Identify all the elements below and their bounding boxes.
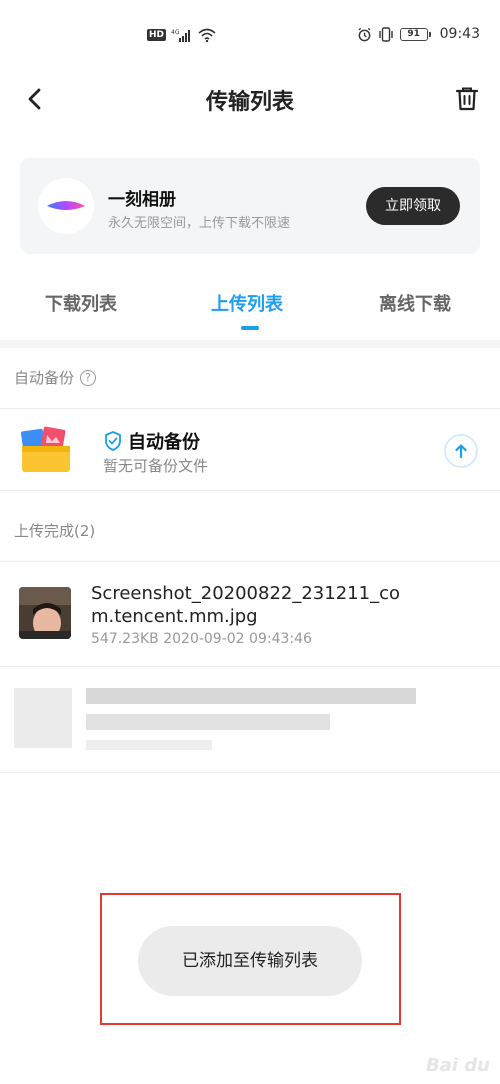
upload-done-label: 上传完成(2) bbox=[14, 522, 96, 540]
redacted-text-line bbox=[86, 714, 330, 730]
upload-button[interactable] bbox=[444, 434, 478, 468]
alarm-icon bbox=[358, 27, 371, 41]
divider bbox=[0, 408, 500, 409]
photo-folder-icon bbox=[20, 426, 70, 472]
upload-done-section-label: 上传完成(2) bbox=[14, 520, 95, 541]
vibrate-icon bbox=[378, 26, 393, 42]
status-right: 91 09:43 bbox=[357, 26, 480, 42]
yike-logo-icon bbox=[47, 201, 85, 210]
trash-icon bbox=[455, 87, 479, 111]
signal-icon: 4G bbox=[171, 29, 191, 42]
header: 传输列表 bbox=[0, 72, 500, 124]
shield-check-icon bbox=[105, 431, 121, 451]
photo-thumbnail-icon bbox=[19, 587, 71, 639]
arrow-up-icon bbox=[455, 444, 467, 459]
tab-bar: 下载列表 上传列表 离线下载 bbox=[0, 282, 500, 340]
page-title: 传输列表 bbox=[205, 90, 294, 115]
divider bbox=[0, 772, 500, 773]
trash-button[interactable] bbox=[450, 82, 484, 116]
section-separator bbox=[0, 340, 500, 348]
tab-offline-download[interactable]: 离线下载 bbox=[379, 290, 451, 316]
file-thumbnail bbox=[19, 587, 71, 639]
battery-indicator: 91 bbox=[399, 27, 431, 41]
tab-download-list[interactable]: 下载列表 bbox=[45, 290, 117, 316]
promo-banner[interactable]: 一刻相册 永久无限空间，上传下载不限速 立即领取 bbox=[20, 158, 480, 254]
app-logo bbox=[38, 178, 94, 234]
hd-badge: HD bbox=[147, 29, 167, 41]
promo-subtitle: 永久无限空间，上传下载不限速 bbox=[108, 216, 291, 231]
status-left: HD 4G bbox=[147, 28, 216, 42]
toast-message: 已添加至传输列表 bbox=[138, 926, 362, 996]
divider bbox=[0, 666, 500, 667]
auto-backup-section-label: 自动备份 ? bbox=[14, 367, 97, 388]
active-tab-indicator bbox=[241, 326, 259, 330]
status-time: 09:43 bbox=[439, 26, 480, 42]
divider bbox=[0, 561, 500, 562]
redacted-file-row[interactable] bbox=[0, 668, 500, 772]
watermark-logo: Bai du bbox=[425, 1055, 490, 1076]
claim-button[interactable]: 立即领取 bbox=[366, 187, 460, 225]
divider bbox=[0, 490, 500, 491]
backup-title: 自动备份 bbox=[128, 432, 200, 453]
file-row[interactable]: Screenshot_20200822_231211_com.tencent.m… bbox=[0, 566, 500, 666]
redacted-text-line bbox=[86, 740, 212, 750]
backup-title-wrap: 自动备份 bbox=[104, 428, 200, 454]
file-meta: 547.23KB 2020-09-02 09:43:46 bbox=[91, 631, 312, 647]
help-icon[interactable]: ? bbox=[80, 369, 97, 386]
backup-subtitle: 暂无可备份文件 bbox=[103, 457, 209, 475]
status-bar: HD 4G 91 09:43 bbox=[0, 0, 500, 72]
redacted-text-line bbox=[86, 688, 416, 704]
auto-backup-row[interactable]: 自动备份 暂无可备份文件 bbox=[0, 410, 500, 490]
wifi-icon bbox=[198, 28, 216, 42]
file-name: Screenshot_20200822_231211_com.tencent.m… bbox=[91, 583, 400, 627]
promo-title: 一刻相册 bbox=[108, 190, 176, 210]
redacted-thumbnail bbox=[14, 688, 72, 748]
auto-backup-label: 自动备份 bbox=[14, 369, 75, 387]
tab-upload-list[interactable]: 上传列表 bbox=[211, 290, 283, 316]
network-label: 4G bbox=[171, 29, 180, 36]
